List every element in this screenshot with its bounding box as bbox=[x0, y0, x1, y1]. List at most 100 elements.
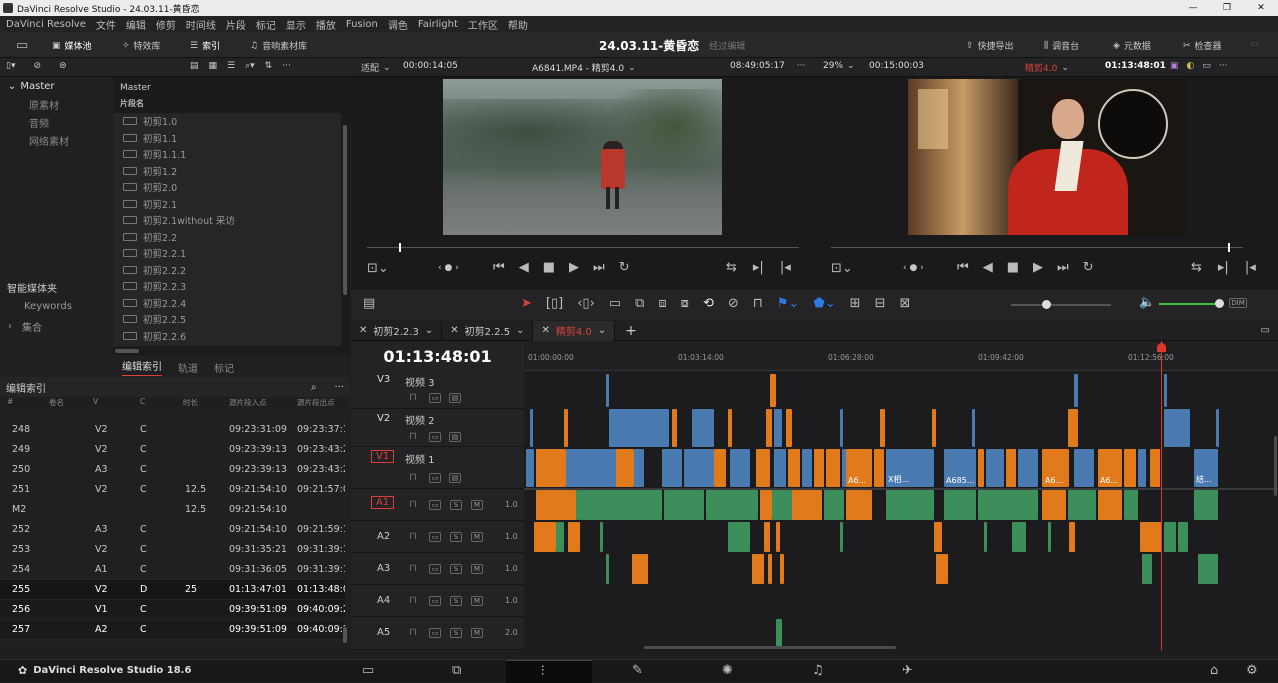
go-to-start-icon[interactable]: ⏮ bbox=[957, 260, 969, 275]
video-clip[interactable] bbox=[530, 409, 533, 447]
video-clip[interactable] bbox=[1178, 409, 1190, 447]
auto-select-icon[interactable]: ▭ bbox=[429, 532, 441, 542]
menu-trim[interactable]: 修剪 bbox=[156, 17, 176, 32]
video-clip[interactable] bbox=[1098, 490, 1122, 520]
link-icon[interactable]: ⊘ bbox=[33, 61, 41, 71]
smart-bin-collections[interactable]: › 集合 bbox=[8, 319, 42, 334]
timeline-name[interactable]: 精剪4.0 bbox=[1025, 61, 1057, 74]
index-row[interactable]: 254 A1 C 09:31:36:05 09:31:39:1 bbox=[0, 560, 345, 580]
bin-item[interactable]: 网络素材 bbox=[0, 130, 112, 148]
playhead-line[interactable] bbox=[1161, 341, 1162, 650]
index-row[interactable]: 252 A3 C 09:21:54:10 09:21:59:1 bbox=[0, 520, 345, 540]
track-name[interactable]: 视频 1 bbox=[405, 451, 435, 466]
inspector-button[interactable]: ✂ 检查器 bbox=[1183, 39, 1222, 53]
source-scrubber[interactable] bbox=[367, 247, 799, 248]
video-clip[interactable] bbox=[764, 522, 770, 552]
audio-clip[interactable] bbox=[776, 619, 782, 649]
play-icon[interactable]: ▶ bbox=[1033, 260, 1043, 275]
filter-icon[interactable]: ⊜ bbox=[59, 61, 67, 71]
minimize-button[interactable]: — bbox=[1176, 3, 1210, 13]
video-clip[interactable] bbox=[616, 449, 634, 487]
audio-clip[interactable] bbox=[1142, 554, 1152, 584]
dynamic-trim-icon[interactable]: ‹▯› bbox=[577, 296, 595, 311]
color-wheel-icon[interactable]: ◐ bbox=[1187, 61, 1195, 71]
menu-help[interactable]: 帮助 bbox=[508, 17, 528, 32]
audio-clip[interactable] bbox=[600, 522, 603, 552]
col-v[interactable]: V bbox=[93, 397, 98, 406]
audio-clip[interactable] bbox=[664, 490, 704, 520]
menu-workspace[interactable]: 工作区 bbox=[468, 17, 498, 32]
timeline-clip[interactable]: 初剪1.1 bbox=[113, 130, 341, 147]
stop-icon[interactable]: ■ bbox=[543, 260, 555, 275]
video-clip[interactable] bbox=[774, 449, 786, 487]
video-clip[interactable] bbox=[788, 449, 800, 487]
track-header-a5[interactable]: A5 ⊓ ▭ S M 2.0 bbox=[351, 617, 524, 650]
mute-button[interactable]: M bbox=[471, 564, 483, 574]
timeline-clip[interactable]: 初剪2.0 bbox=[113, 179, 341, 196]
cut-page-icon[interactable]: ⧉ bbox=[452, 663, 461, 678]
add-tab-icon[interactable]: + bbox=[625, 323, 637, 339]
audio-clip[interactable] bbox=[840, 522, 843, 552]
audio-clip[interactable] bbox=[824, 490, 844, 520]
panel-toggle-icon[interactable]: ▯▾ bbox=[6, 61, 15, 71]
menu-color[interactable]: 调色 bbox=[388, 17, 408, 32]
tab-timeline-active[interactable]: ✕ 精剪4.0 ⌄ bbox=[533, 320, 616, 341]
audio-clip[interactable] bbox=[556, 522, 564, 552]
col-source-in[interactable]: 源片段入点 bbox=[229, 397, 267, 408]
video-clip[interactable] bbox=[786, 409, 792, 447]
audio-clip[interactable] bbox=[728, 522, 750, 552]
video-clip[interactable] bbox=[1018, 449, 1038, 487]
zoom-custom-icon[interactable]: ⊠ bbox=[899, 296, 910, 311]
overwrite-icon[interactable]: ⧈ bbox=[658, 296, 666, 311]
tab-timeline[interactable]: ✕ 初剪2.2.5 ⌄ bbox=[442, 320, 534, 341]
menu-fusion[interactable]: Fusion bbox=[346, 19, 378, 30]
zoom-level[interactable]: 29% bbox=[823, 61, 843, 71]
mute-button[interactable]: M bbox=[471, 532, 483, 542]
mixer-button[interactable]: ⫼ 调音台 bbox=[1044, 39, 1079, 53]
audio-clip[interactable] bbox=[706, 490, 758, 520]
video-clip[interactable] bbox=[632, 554, 648, 584]
track-header-a1[interactable]: A1 ⊓ ▭ S M 1.0 bbox=[351, 489, 524, 521]
source-viewer-image[interactable] bbox=[443, 79, 722, 235]
bin-item[interactable]: 音频 bbox=[0, 112, 112, 130]
video-clip[interactable] bbox=[728, 409, 732, 447]
tab-edit-index[interactable]: 编辑索引 bbox=[122, 358, 162, 376]
track-header-v2[interactable]: V2 视频 2 ⊓ ▭ ▤ bbox=[351, 409, 524, 447]
video-clip[interactable] bbox=[1074, 449, 1094, 487]
flag-icon[interactable]: ⚑⌄ bbox=[777, 296, 800, 311]
lock-icon[interactable]: ⊓ bbox=[409, 392, 417, 403]
mute-button[interactable]: M bbox=[471, 596, 483, 606]
settings-gear-icon[interactable]: ⚙ bbox=[1246, 663, 1258, 678]
quick-export-button[interactable]: ⇪ 快捷导出 bbox=[966, 39, 1014, 53]
video-clip[interactable] bbox=[714, 449, 726, 487]
tab-tracks[interactable]: 轨道 bbox=[178, 360, 198, 375]
auto-select-icon[interactable]: ▭ bbox=[429, 628, 441, 638]
replace-icon[interactable]: ⧇ bbox=[681, 296, 689, 311]
more-icon[interactable]: ··· bbox=[1219, 61, 1228, 71]
video-clip[interactable] bbox=[1068, 409, 1078, 447]
timeline-clip[interactable]: 初剪1.2 bbox=[113, 163, 341, 180]
search-icon[interactable]: ⌕▾ bbox=[245, 61, 255, 71]
mute-button[interactable]: M bbox=[471, 500, 483, 510]
color-picker-icon[interactable]: ▣ bbox=[1170, 61, 1179, 71]
audio-clip[interactable] bbox=[772, 490, 792, 520]
video-clip[interactable] bbox=[792, 490, 822, 520]
bin-master[interactable]: ⌄ Master bbox=[0, 77, 112, 92]
go-to-end-icon[interactable]: ⏭ bbox=[593, 260, 605, 275]
video-clip[interactable] bbox=[566, 449, 616, 487]
bin-item[interactable]: 原素材 bbox=[0, 92, 112, 112]
viewer-options-icon[interactable]: ⊡⌄ bbox=[367, 261, 389, 276]
menu-edit[interactable]: 编辑 bbox=[126, 17, 146, 32]
mark-out-icon[interactable]: |◂ bbox=[1245, 260, 1256, 275]
insert-icon[interactable]: ⧉ bbox=[635, 296, 644, 311]
video-clip[interactable] bbox=[534, 522, 556, 552]
video-clip[interactable] bbox=[568, 522, 580, 552]
jog-icon[interactable]: ‹ ● › bbox=[438, 263, 459, 273]
track-id-destination[interactable]: A1 bbox=[371, 496, 395, 509]
tab-timeline[interactable]: ✕ 初剪2.2.3 ⌄ bbox=[351, 320, 443, 341]
video-clip[interactable] bbox=[1140, 522, 1162, 552]
loop-icon[interactable]: ↻ bbox=[1083, 260, 1094, 275]
link-icon[interactable]: ⊘ bbox=[728, 296, 739, 311]
snapping-icon[interactable]: ⟲ bbox=[703, 296, 714, 311]
marker-icon[interactable]: ⬟⌄ bbox=[813, 296, 835, 311]
